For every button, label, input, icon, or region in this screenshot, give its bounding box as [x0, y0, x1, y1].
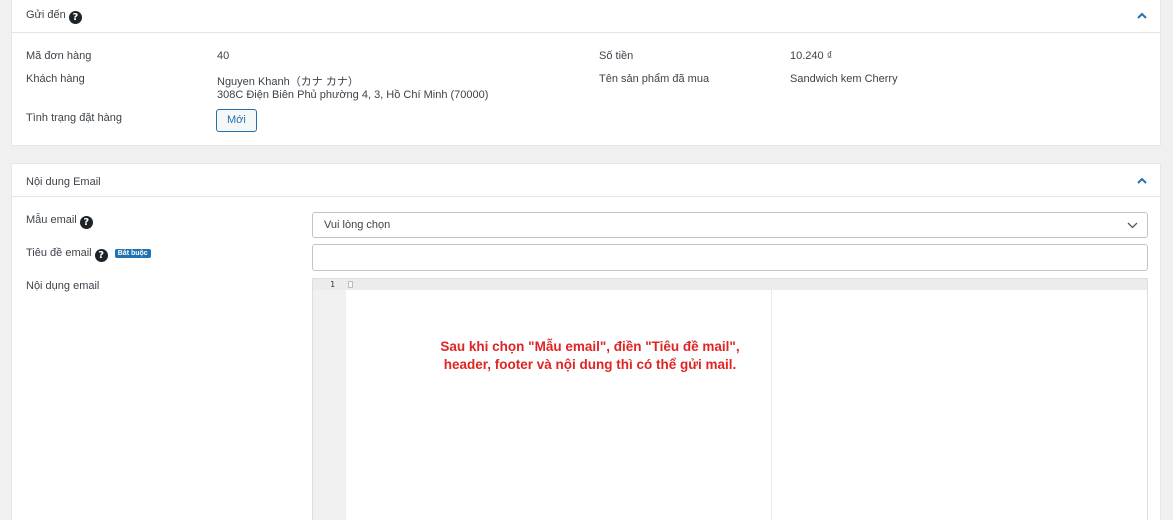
- print-margin: [771, 290, 772, 520]
- instruction-annotation: Sau khi chọn "Mẫu email", điền "Tiêu đề …: [400, 338, 780, 374]
- send-to-panel-header[interactable]: Gửi đến ?: [12, 0, 1160, 33]
- annotation-line-1: Sau khi chọn "Mẫu email", điền "Tiêu đề …: [440, 339, 740, 354]
- order-status-label: Tình trạng đặt hàng: [26, 112, 123, 124]
- email-content-panel-header[interactable]: Nội dung Email: [12, 164, 1160, 197]
- chevron-down-icon: [1127, 222, 1138, 229]
- email-subject-input[interactable]: [312, 244, 1148, 271]
- fold-marker-icon[interactable]: [348, 281, 353, 288]
- chevron-up-icon[interactable]: [1136, 175, 1148, 187]
- email-subject-label: Tiêu đề email ? Bắt buộc: [26, 247, 151, 262]
- email-body-label: Nội dụng email: [26, 280, 100, 292]
- email-content-title: Nội dung Email: [26, 176, 101, 188]
- amount-label: Số tiền: [599, 50, 634, 62]
- email-body-editor[interactable]: 1: [312, 278, 1148, 520]
- customer-address: 308C Điện Biên Phủ phường 4, 3, Hồ Chí M…: [217, 89, 489, 101]
- order-status-button[interactable]: Mới: [216, 109, 257, 132]
- amount-value: 10.240 ₫: [790, 50, 833, 62]
- customer-name: Nguyen Khanh（カナ カナ）: [217, 76, 359, 88]
- email-template-select[interactable]: Vui lòng chọn: [312, 212, 1148, 238]
- email-template-label: Mẫu email ?: [26, 214, 93, 229]
- annotation-line-2: header, footer và nội dung thì có thể gử…: [443, 357, 737, 372]
- product-value: Sandwich kem Cherry: [790, 73, 898, 85]
- help-icon[interactable]: ?: [94, 249, 108, 262]
- chevron-up-icon[interactable]: [1136, 10, 1148, 22]
- customer-label: Khách hàng: [26, 73, 85, 85]
- email-template-selected: Vui lòng chọn: [324, 219, 391, 231]
- order-id-value: 40: [217, 50, 230, 62]
- required-badge: Bắt buộc: [114, 249, 151, 258]
- line-number: 1: [330, 280, 335, 289]
- send-to-title: Gửi đến ?: [26, 9, 82, 24]
- editor-active-line: [313, 279, 1147, 290]
- order-id-label: Mã đơn hàng: [26, 50, 92, 62]
- help-icon[interactable]: ?: [68, 11, 82, 24]
- editor-gutter: [313, 279, 346, 520]
- product-label: Tên sản phẩm đã mua: [599, 73, 710, 85]
- help-icon[interactable]: ?: [79, 216, 93, 229]
- send-to-panel: Gửi đến ? Mã đơn hàng 40 Số tiền 10.240 …: [11, 0, 1161, 146]
